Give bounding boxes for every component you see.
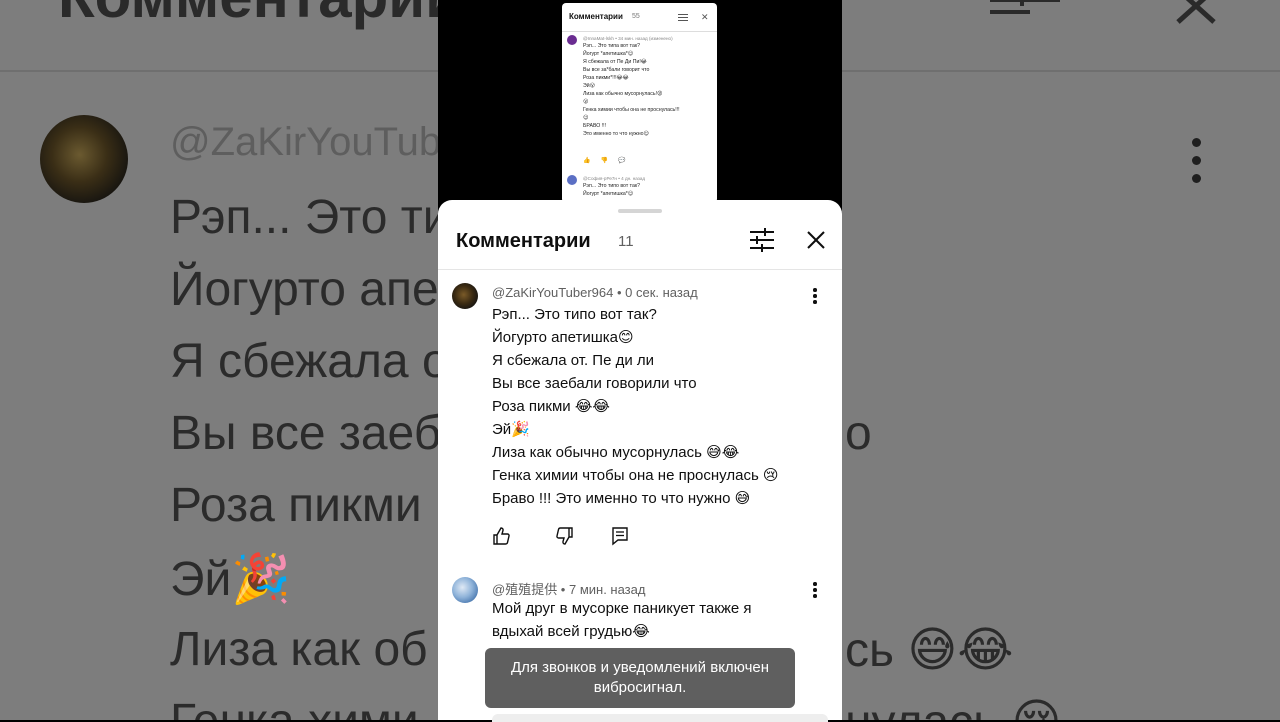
comment-text: Рэп... Это типо вот так? Йогурто апетишк…: [492, 303, 779, 510]
sheet-header: Комментарии 11: [438, 218, 842, 270]
filter-icon[interactable]: [748, 226, 776, 254]
background-line: Вы все заеб: [170, 407, 442, 460]
background-line-right: о: [845, 407, 872, 460]
preview-line: Рэп... Это типа вот так?: [583, 43, 640, 49]
background-line: Лиза как об: [170, 623, 428, 676]
background-avatar: [40, 115, 128, 203]
comment-line: Я сбежала от. Пе ди ли: [492, 352, 655, 369]
preview-line: Это именно то что нужно😊: [583, 131, 649, 137]
background-line: Рэп... Это ти: [170, 191, 450, 244]
vibration-toast: Для звонков и уведомлений включен виброс…: [485, 648, 795, 708]
comment-line: Роза пикми 😂😂: [492, 398, 610, 415]
comment-line: Йогурто апетишка😊: [492, 329, 634, 346]
background-line: Генка хими: [170, 694, 419, 720]
preview-title: Комментарии: [569, 12, 623, 21]
preview-line: Роза пикми*!!!😂😂: [583, 75, 629, 81]
preview-body: Рэп... Это типо вот так? Йогурт *апетишк…: [583, 182, 640, 198]
like-icon[interactable]: [492, 526, 512, 546]
preview-line: Я сбежала от Пе Ди Пи!😂: [583, 59, 647, 65]
background-more-icon: [1188, 138, 1204, 183]
comment-input-bar[interactable]: [492, 714, 828, 722]
comment-meta[interactable]: @ZaKirYouTuber964 • 0 сек. назад: [492, 285, 698, 300]
avatar[interactable]: [452, 283, 478, 309]
comments-sheet: Комментарии 11 @ZaKirYouTuber964 • 0 сек…: [438, 200, 842, 720]
reply-icon[interactable]: [610, 526, 630, 546]
background-line-right: сь 😅😂: [845, 624, 1014, 677]
preview-line: Вы все за*бали говорит что: [583, 67, 650, 73]
more-options-icon[interactable]: [808, 288, 822, 306]
comment-line: Эй🎉: [492, 421, 530, 438]
preview-line: Эй😮: [583, 83, 596, 89]
comment-item: @ZaKirYouTuber964 • 0 сек. назад Рэп... …: [438, 282, 842, 552]
comment-line: вдыхай всей грудью😂: [492, 623, 650, 640]
preview-line: Йогурт *апетишка*😊: [583, 51, 634, 57]
more-options-icon[interactable]: [808, 582, 822, 600]
background-title: Комментарии: [58, 0, 462, 31]
comment-text: Мой друг в мусорке паникует также я вдых…: [492, 597, 752, 643]
drag-handle[interactable]: [618, 209, 662, 213]
video-comment-preview: Комментарии 55 ✕ @InnaMat-lskh • 34 мин.…: [562, 3, 717, 203]
dislike-icon[interactable]: [554, 526, 574, 546]
comment-line: Рэп... Это типо вот так?: [492, 306, 657, 323]
preview-line: Рэп... Это типо вот так?: [583, 183, 640, 189]
background-close-icon: [1176, 0, 1216, 24]
preview-line: Генка химии чтобы она не проснулась!!!: [583, 107, 680, 113]
comment-line: Мой друг в мусорке паникует также я: [492, 600, 752, 617]
toast-line: Для звонков и уведомлений включен: [510, 659, 770, 676]
preview-actions: 👍 👎 💬: [583, 158, 626, 164]
background-filter-icon: [990, 0, 1060, 14]
sheet-title: Комментарии: [456, 230, 591, 252]
close-icon[interactable]: [802, 226, 830, 254]
preview-close-icon: ✕: [701, 12, 709, 22]
preview-line: Йогурт *апетишка*😊: [583, 191, 634, 197]
preview-filter-icon: [678, 14, 688, 21]
preview-line: 😮: [583, 99, 589, 105]
background-line: Роза пикми: [170, 479, 422, 532]
comment-line: Лиза как обычно мусорнулась 😅😂: [492, 444, 740, 461]
avatar[interactable]: [452, 577, 478, 603]
background-line: Я сбежала о: [170, 335, 449, 388]
preview-count: 55: [632, 13, 640, 20]
preview-line: БРАВО !!!: [583, 123, 607, 129]
preview-avatar: [567, 35, 577, 45]
comment-meta[interactable]: @殖殖提供 • 7 мин. назад: [492, 579, 645, 598]
comment-line: Вы все заебали говорили что: [492, 375, 697, 392]
preview-header: Комментарии 55 ✕: [562, 3, 717, 32]
preview-line: Лиза как обычно мусорнулась!😡: [583, 91, 663, 97]
background-line-right: нулась 😢: [845, 694, 1062, 720]
toast-line: вибросигнал.: [593, 679, 687, 696]
preview-body: Рэп... Это типа вот так? Йогурт *апетишк…: [583, 42, 680, 138]
background-handle: @ZaKirYouTub: [170, 120, 442, 164]
preview-comment: @София-рРе7н • 4 дн. назад Рэп... Это ти…: [567, 175, 713, 203]
preview-avatar: [567, 175, 577, 185]
comment-actions: [492, 526, 652, 546]
comment-line: Генка химии чтобы она не проснулась 😢: [492, 467, 779, 484]
comment-count: 11: [618, 233, 634, 250]
comment-line: Браво !!! Это именно то что нужно 😅: [492, 490, 751, 507]
background-line: Йогурто апе: [170, 263, 439, 316]
background-line: Эй🎉: [170, 553, 292, 606]
preview-comment: @InnaMat-lskh • 34 мин. назад (изменено)…: [567, 35, 713, 164]
preview-line: 😊: [583, 115, 589, 121]
header-divider: [438, 269, 842, 270]
